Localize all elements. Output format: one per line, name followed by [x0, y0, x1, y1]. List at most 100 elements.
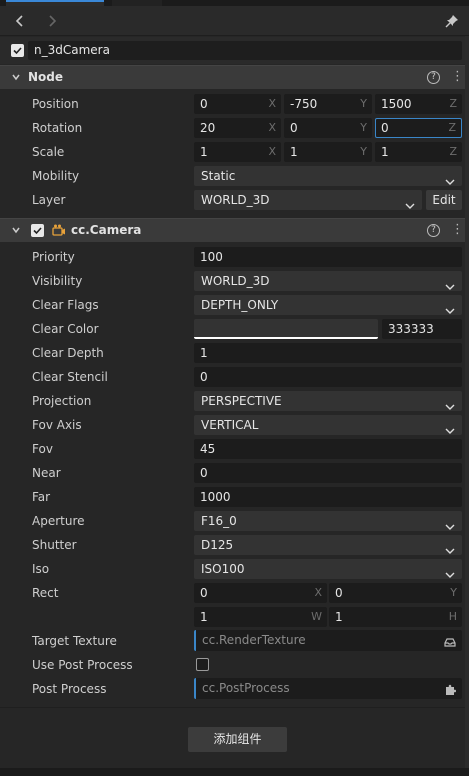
- chevron-down-icon: [445, 172, 455, 192]
- target-texture-placeholder: cc.RenderTexture: [202, 633, 306, 647]
- visibility-select[interactable]: WORLD_3D: [194, 271, 462, 291]
- target-texture-asset-field[interactable]: cc.RenderTexture: [194, 630, 462, 651]
- axis-y-letter: Y: [360, 145, 367, 158]
- scale-x-input[interactable]: 1X: [194, 142, 281, 162]
- chevron-down-icon: [445, 277, 455, 297]
- iso-value: ISO100: [201, 562, 245, 576]
- visibility-label: Visibility: [32, 274, 83, 288]
- near-label: Near: [32, 466, 61, 480]
- clear-color-hex-input[interactable]: 333333: [382, 319, 462, 339]
- priority-input[interactable]: 100: [194, 247, 462, 267]
- near-input[interactable]: 0: [194, 463, 462, 483]
- clear-flags-select[interactable]: DEPTH_ONLY: [194, 295, 462, 315]
- shutter-value: D125: [201, 538, 234, 552]
- position-label: Position: [32, 97, 79, 111]
- pin-icon[interactable]: [445, 14, 459, 31]
- clear-color-swatch[interactable]: [194, 319, 378, 339]
- rect-h-input[interactable]: 1H: [329, 607, 462, 627]
- chevron-down-icon: [405, 196, 415, 216]
- shutter-select[interactable]: D125: [194, 535, 462, 555]
- layer-edit-button[interactable]: Edit: [426, 190, 462, 210]
- axis-x-letter: X: [268, 97, 276, 110]
- priority-label: Priority: [32, 250, 75, 264]
- camera-enabled-checkbox[interactable]: [31, 224, 44, 237]
- mobility-select[interactable]: Static: [194, 166, 462, 186]
- more-menu-icon[interactable]: ⋮: [451, 69, 464, 85]
- back-arrow-icon[interactable]: [12, 13, 28, 29]
- chevron-down-icon: [445, 301, 455, 321]
- node-active-checkbox[interactable]: [11, 44, 24, 57]
- collapse-chevron-icon[interactable]: [11, 71, 21, 85]
- collapse-chevron-icon[interactable]: [11, 224, 21, 238]
- divider: [0, 707, 469, 708]
- asset-folder-icon[interactable]: [444, 634, 456, 655]
- rect-y-input[interactable]: 0Y: [329, 583, 462, 603]
- rect-h-value: 1: [335, 610, 343, 624]
- layer-value: WORLD_3D: [201, 193, 270, 207]
- scale-y-input[interactable]: 1Y: [284, 142, 372, 162]
- more-menu-icon[interactable]: ⋮: [451, 222, 464, 238]
- scale-y-value: 1: [290, 145, 298, 159]
- projection-select[interactable]: PERSPECTIVE: [194, 391, 462, 411]
- far-label: Far: [32, 490, 51, 504]
- chevron-down-icon: [445, 397, 455, 417]
- post-process-label: Post Process: [32, 682, 107, 696]
- axis-z-letter: Z: [449, 145, 457, 158]
- rotation-x-input[interactable]: 20 X: [194, 118, 281, 138]
- chevron-down-icon: [445, 541, 455, 561]
- shutter-label: Shutter: [32, 538, 77, 552]
- chevron-down-icon: [445, 517, 455, 537]
- use-post-process-checkbox[interactable]: [196, 658, 209, 671]
- help-icon[interactable]: ?: [427, 71, 440, 84]
- clear-depth-input[interactable]: 1: [194, 343, 462, 363]
- target-texture-label: Target Texture: [32, 634, 117, 648]
- position-x-value: 0: [200, 97, 208, 111]
- axis-y-letter: Y: [360, 121, 367, 134]
- fov-input[interactable]: 45: [194, 439, 462, 459]
- scrollbar-track[interactable]: [465, 36, 469, 768]
- camera-section-header[interactable]: cc.Camera ? ⋮: [0, 218, 469, 242]
- aperture-select[interactable]: F16_0: [194, 511, 462, 531]
- rect-w-input[interactable]: 1W: [194, 607, 327, 627]
- rect-x-value: 0: [200, 586, 208, 600]
- help-icon[interactable]: ?: [427, 224, 440, 237]
- position-z-input[interactable]: 1500 Z: [375, 94, 462, 114]
- puzzle-icon[interactable]: [444, 682, 457, 703]
- scale-z-input[interactable]: 1Z: [375, 142, 462, 162]
- rotation-z-input[interactable]: 0Z: [375, 118, 462, 138]
- scale-z-value: 1: [381, 145, 389, 159]
- fov-axis-value: VERTICAL: [201, 418, 259, 432]
- axis-h-letter: H: [448, 610, 457, 623]
- post-process-asset-field[interactable]: cc.PostProcess: [194, 678, 462, 699]
- far-input[interactable]: 1000: [194, 487, 462, 507]
- axis-x-letter: X: [268, 121, 276, 134]
- add-component-button[interactable]: 添加组件: [188, 727, 287, 752]
- axis-w-letter: W: [311, 610, 322, 623]
- fov-axis-select[interactable]: VERTICAL: [194, 415, 462, 435]
- node-section-title: Node: [28, 70, 64, 84]
- mobility-label: Mobility: [32, 169, 80, 183]
- axis-y-letter: Y: [360, 97, 367, 110]
- scale-x-value: 1: [200, 145, 208, 159]
- rect-x-input[interactable]: 0X: [194, 583, 327, 603]
- position-y-input[interactable]: -750 Y: [284, 94, 372, 114]
- rect-w-value: 1: [200, 610, 208, 624]
- rect-y-value: 0: [335, 586, 343, 600]
- rotation-y-value: 0: [290, 121, 298, 135]
- position-y-value: -750: [290, 97, 318, 111]
- camera-component-icon: [52, 224, 66, 240]
- position-x-input[interactable]: 0X: [194, 94, 281, 114]
- node-name-input[interactable]: n_3dCamera: [28, 41, 462, 60]
- position-z-value: 1500: [381, 97, 412, 111]
- clear-stencil-input[interactable]: 0: [194, 367, 462, 387]
- node-section-header[interactable]: Node ? ⋮: [0, 65, 469, 89]
- rotation-y-input[interactable]: 0Y: [284, 118, 372, 138]
- iso-select[interactable]: ISO100: [194, 559, 462, 579]
- iso-label: Iso: [32, 562, 50, 576]
- layer-label: Layer: [32, 193, 66, 207]
- clear-color-label: Clear Color: [32, 322, 99, 336]
- fov-label: Fov: [32, 442, 53, 456]
- forward-arrow-icon[interactable]: [44, 13, 60, 29]
- rect-label: Rect: [32, 586, 59, 600]
- layer-select[interactable]: WORLD_3D: [194, 190, 422, 210]
